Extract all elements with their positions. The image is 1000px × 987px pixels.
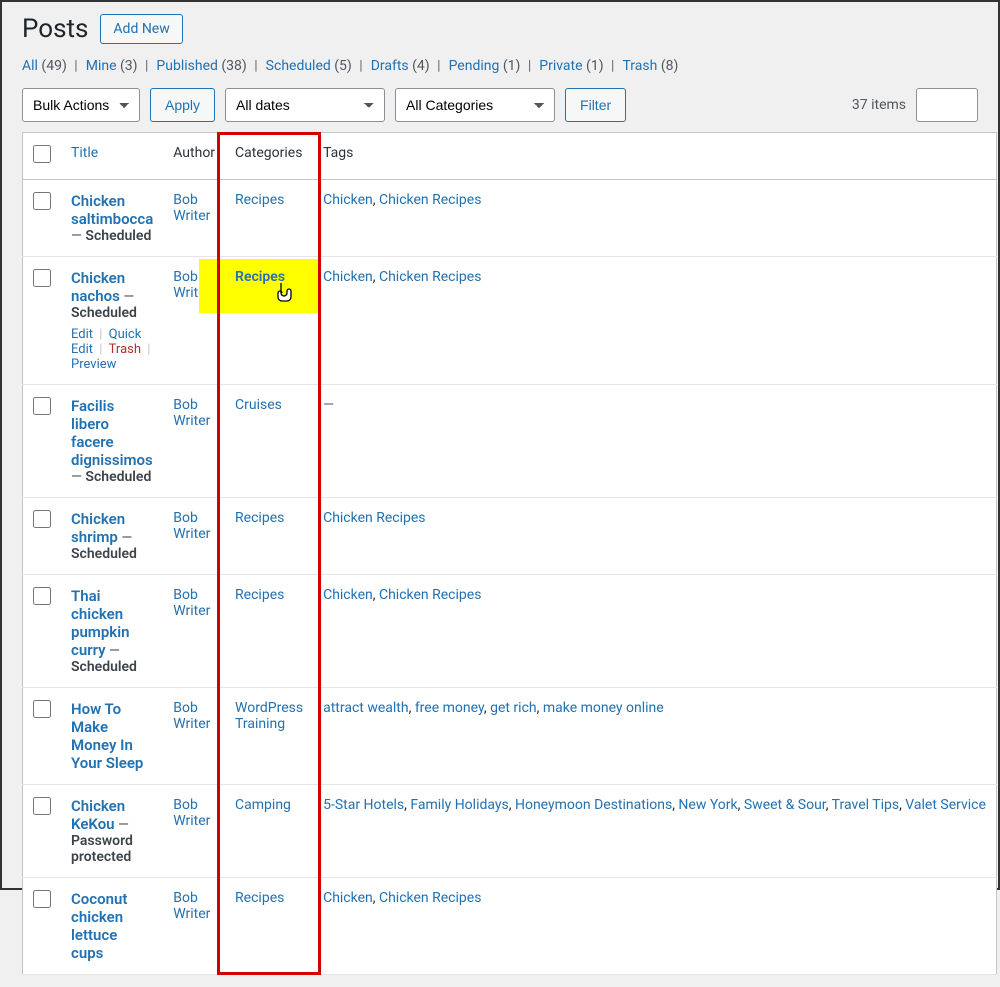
tag-link[interactable]: free money [415, 700, 484, 716]
tag-link[interactable]: Chicken Recipes [379, 890, 481, 906]
author-link[interactable]: Bob Writer [173, 797, 210, 829]
status-filter-mine[interactable]: Mine [86, 58, 120, 74]
category-link[interactable]: Cruises [235, 397, 282, 413]
table-row: How To Make Money In Your Sleep Bob Write… [23, 688, 997, 785]
tag-link[interactable]: New York [678, 797, 737, 813]
post-title-link[interactable]: How To Make Money In Your Sleep [71, 700, 143, 772]
post-state: Scheduled [85, 469, 151, 485]
post-title-link[interactable]: Chicken saltimbocca [71, 192, 153, 228]
tag-link[interactable]: Family Holidays [410, 797, 508, 813]
status-filter-published[interactable]: Published [156, 58, 221, 74]
author-link[interactable]: Bob Writer [173, 510, 210, 542]
search-input[interactable] [916, 88, 978, 122]
row-checkbox[interactable] [33, 269, 51, 287]
category-link[interactable]: Recipes [235, 587, 284, 603]
column-title[interactable]: Title [71, 145, 98, 161]
no-tags: — [323, 397, 334, 413]
table-row: Coconut chicken lettuce cups Bob Writer Re… [23, 878, 997, 975]
filter-button[interactable]: Filter [565, 88, 626, 122]
category-link[interactable]: WordPress Training [235, 700, 303, 732]
tag-link[interactable]: Sweet & Sour [744, 797, 826, 813]
bulk-actions-select[interactable]: Bulk Actions [22, 88, 140, 122]
tag-link[interactable]: Chicken Recipes [379, 269, 481, 285]
author-link[interactable]: Bob Writer [173, 890, 210, 922]
status-filter-pending[interactable]: Pending [449, 58, 503, 74]
post-title-link[interactable]: Chicken nachos [71, 269, 125, 305]
category-link[interactable]: Camping [235, 797, 291, 813]
tag-link[interactable]: Chicken Recipes [379, 192, 481, 208]
category-filter-select[interactable]: All Categories [395, 88, 555, 122]
apply-button[interactable]: Apply [150, 88, 215, 122]
post-state: Scheduled [85, 228, 151, 244]
tag-link[interactable]: Chicken [323, 587, 373, 603]
row-checkbox[interactable] [33, 700, 51, 718]
status-filter-private[interactable]: Private [539, 58, 586, 74]
status-filter-drafts[interactable]: Drafts [371, 58, 412, 74]
column-author[interactable]: Author [173, 145, 215, 161]
posts-table: Title Author Categories Tags Chicken sal… [22, 132, 997, 975]
author-link[interactable]: Bob Writer [173, 397, 210, 429]
column-categories[interactable]: Categories [235, 145, 302, 161]
post-title-link[interactable]: Coconut chicken lettuce cups [71, 890, 127, 962]
table-row: Chicken saltimbocca — ScheduledBob Write… [23, 180, 997, 257]
column-tags[interactable]: Tags [323, 145, 353, 161]
pointer-cursor-icon [275, 281, 293, 308]
add-new-button[interactable]: Add New [100, 14, 182, 44]
row-action-preview[interactable]: Preview [71, 357, 116, 372]
tag-link[interactable]: Travel Tips [832, 797, 899, 813]
post-state: Password protected [71, 833, 133, 865]
tag-link[interactable]: Honeymoon Destinations [515, 797, 672, 813]
select-all-checkbox[interactable] [33, 145, 51, 163]
row-checkbox[interactable] [33, 510, 51, 528]
date-filter-select[interactable]: All dates [225, 88, 385, 122]
tag-link[interactable]: Chicken [323, 192, 373, 208]
row-action-edit[interactable]: Edit [71, 327, 93, 342]
row-actions: Edit | Quick Edit | Trash | Preview [71, 327, 153, 372]
post-state: Scheduled [71, 305, 137, 321]
status-filter-scheduled[interactable]: Scheduled [266, 58, 335, 74]
page-title: Posts [22, 14, 88, 44]
table-row: Chicken KeKou — Password protectedBob Wr… [23, 785, 997, 878]
status-filter-all[interactable]: All [22, 58, 41, 74]
tag-link[interactable]: Valet Service [905, 797, 986, 813]
table-row: Thai chicken pumpkin curry — ScheduledBo… [23, 575, 997, 688]
tag-link[interactable]: Chicken Recipes [379, 587, 481, 603]
tag-link[interactable]: Chicken [323, 890, 373, 906]
tag-link[interactable]: Chicken Recipes [323, 510, 425, 526]
post-title-link[interactable]: Thai chicken pumpkin curry [71, 587, 129, 659]
post-title-link[interactable]: Facilis libero facere dignissimos [71, 397, 153, 469]
tag-link[interactable]: Chicken [323, 269, 373, 285]
status-filter-trash[interactable]: Trash [622, 58, 660, 74]
row-action-trash[interactable]: Trash [109, 342, 141, 357]
category-link[interactable]: Recipes [235, 510, 284, 526]
row-checkbox[interactable] [33, 587, 51, 605]
post-state: Scheduled [71, 659, 137, 675]
row-checkbox[interactable] [33, 797, 51, 815]
tag-link[interactable]: get rich [490, 700, 537, 716]
row-checkbox[interactable] [33, 890, 51, 908]
author-link[interactable]: Bob Writer [173, 700, 210, 732]
items-count: 37 items [852, 97, 906, 113]
row-checkbox[interactable] [33, 192, 51, 210]
post-state: Scheduled [71, 546, 137, 562]
table-row: Facilis libero facere dignissimos — Sche… [23, 385, 997, 498]
author-link[interactable]: Bob Writer [173, 192, 210, 224]
row-checkbox[interactable] [33, 397, 51, 415]
category-link[interactable]: Recipes [235, 890, 284, 906]
tag-link[interactable]: make money online [543, 700, 664, 716]
table-row: Chicken nachos — ScheduledEdit | Quick E… [23, 257, 997, 385]
tag-link[interactable]: 5-Star Hotels [323, 797, 404, 813]
tag-link[interactable]: attract wealth [323, 700, 409, 716]
status-filter-list: All (49) |Mine (3) |Published (38) |Sche… [22, 58, 978, 74]
category-link[interactable]: Recipes [235, 192, 284, 208]
table-row: Chicken shrimp — ScheduledBob WriterReci… [23, 498, 997, 575]
author-link[interactable]: Bob Writer [173, 587, 210, 619]
